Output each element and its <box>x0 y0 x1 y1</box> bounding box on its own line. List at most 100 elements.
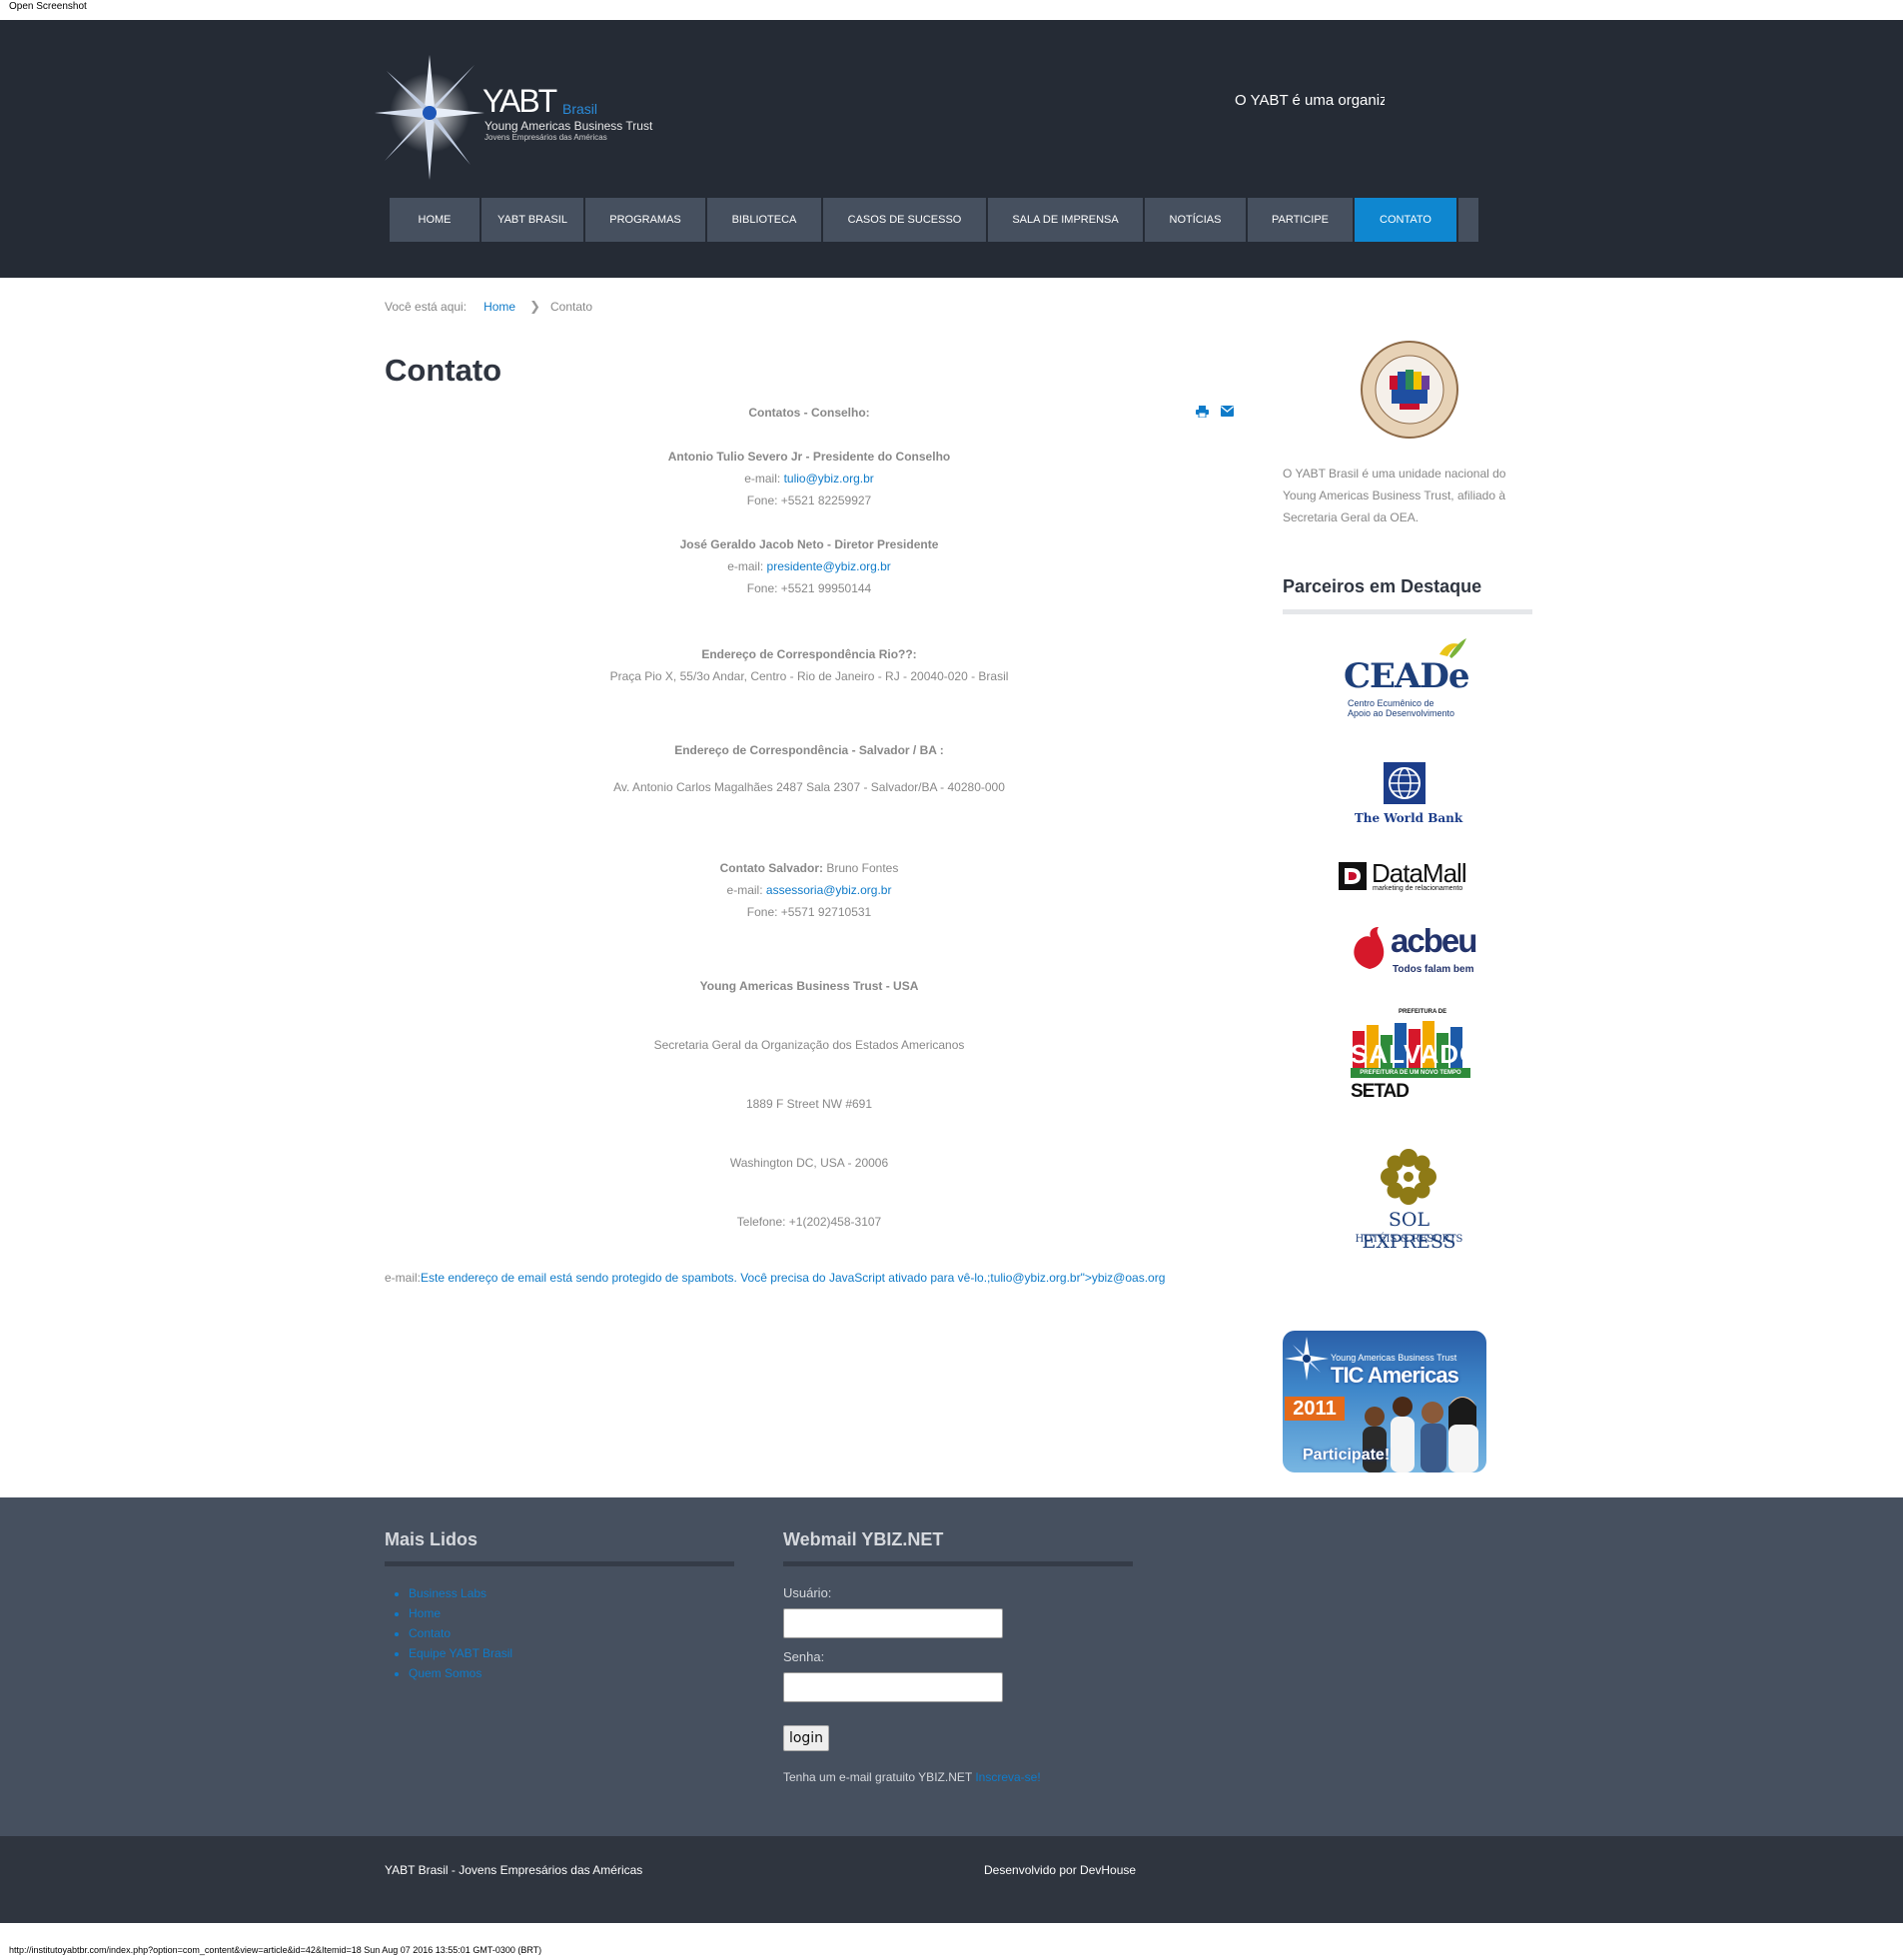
email-icon[interactable] <box>1221 406 1234 417</box>
nav-noticias[interactable]: Notícias <box>1145 198 1248 242</box>
nav-biblioteca[interactable]: Biblioteca <box>707 198 823 242</box>
usa-line-2: 1889 F Street NW #691 <box>745 1097 873 1111</box>
site-logo[interactable]: YABT Brasil Young Americas Business Trus… <box>375 55 674 180</box>
article-tools <box>1196 406 1234 418</box>
salvador-top: PREFEITURA DE <box>1399 1009 1447 1015</box>
banner-year: 2011 <box>1285 1397 1345 1421</box>
breadcrumb-current: Contato <box>549 300 593 314</box>
acbeu-mark-icon <box>1354 927 1385 969</box>
header-marquee: O YABT é uma organiz <box>1235 92 1385 109</box>
datamall-sub: marketing de relacionamento <box>1373 885 1463 892</box>
mais-lidos-item[interactable]: Equipe YABT Brasil <box>409 1643 512 1663</box>
acbeu-sub: Todos falam bem <box>1393 964 1474 975</box>
mais-lidos-divider <box>385 1561 734 1566</box>
rio-address: Praça Pio X, 55/3o Andar, Centro - Rio d… <box>609 669 1009 683</box>
tic-americas-banner[interactable]: Young Americas Business Trust TIC Americ… <box>1283 1331 1486 1472</box>
nav-sala-de-imprensa[interactable]: Sala de Imprensa <box>988 198 1145 242</box>
usa-phone: Telefone: +1(202)458-3107 <box>736 1215 882 1229</box>
partner-acbeu-logo[interactable]: acbeu Todos falam bem <box>1351 922 1477 978</box>
partner-ceade-logo[interactable]: CEADe Centro Ecumênico de Apoio ao Desen… <box>1342 636 1471 726</box>
salvador-address-title: Endereço de Correspondência - Salvador /… <box>674 743 944 757</box>
print-icon[interactable] <box>1196 406 1209 418</box>
star-logo-icon <box>375 55 484 180</box>
salvador-contact-label: Contato Salvador: <box>719 861 823 875</box>
salvador-email-link[interactable]: assessoria@ybiz.org.br <box>766 883 892 897</box>
setad-name: SETAD <box>1351 1081 1410 1102</box>
webmail-note: Tenha um e-mail gratuito YBIZ.NET Inscre… <box>783 1770 1041 1784</box>
developer-credit: Desenvolvido por DevHouse <box>984 1863 1137 1877</box>
contact-2-email-link[interactable]: presidente@ybiz.org.br <box>767 559 891 573</box>
breadcrumb: Você está aqui: Home ❯ Contato <box>385 299 592 315</box>
breadcrumb-home-link[interactable]: Home <box>483 300 515 314</box>
usa-line-1: Secretaria Geral da Organização dos Esta… <box>653 1038 965 1052</box>
star-icon <box>1285 1337 1329 1381</box>
logo-subtitle: Young Americas Business Trust <box>484 119 653 133</box>
sol-express-name: SOL EXPRESS <box>1362 1209 1456 1253</box>
mais-lidos-item[interactable]: Contato <box>409 1623 512 1643</box>
contact-2-email-line: e-mail: presidente@ybiz.org.br <box>584 555 1034 577</box>
usa-title: Young Americas Business Trust - USA <box>699 979 919 993</box>
page-title: Contato <box>385 353 502 388</box>
ceade-name: CEADe <box>1344 656 1469 696</box>
partners-divider <box>1283 609 1532 614</box>
chevron-right-icon: ❯ <box>529 299 540 314</box>
email-label: e-mail: <box>726 883 763 897</box>
partner-datamall-logo[interactable]: DataMall marketing de relacionamento <box>1339 858 1483 895</box>
screenshot-topbar: Open Screenshot <box>0 0 1903 20</box>
logo-brasil: Brasil <box>562 101 598 117</box>
acbeu-name: acbeu <box>1391 922 1477 959</box>
password-label: Senha: <box>783 1649 825 1664</box>
ceade-sub2: Apoio ao Desenvolvimento <box>1348 708 1455 718</box>
sidebar-about-text: O YABT Brasil é uma unidade nacional do … <box>1283 467 1506 524</box>
salvador-address: Av. Antonio Carlos Magalhães 2487 Sala 2… <box>613 780 1005 794</box>
status-url: http://institutoyabtbr.com/index.php?opt… <box>9 1945 542 1955</box>
nav-programas[interactable]: Programas <box>585 198 707 242</box>
protected-email-link[interactable]: Este endereço de email está sendo proteg… <box>421 1271 1165 1285</box>
partner-sol-express-logo[interactable]: SOL EXPRESS HOTÉIS & RESORTS <box>1347 1149 1471 1253</box>
salvador-contact-line: Contato Salvador: Bruno Fontes <box>584 857 1034 879</box>
email-label: e-mail: <box>385 1271 422 1285</box>
partner-world-bank-logo[interactable]: The World Bank <box>1354 758 1463 830</box>
contact-2-name: José Geraldo Jacob Neto - Diretor Presid… <box>679 537 939 551</box>
mais-lidos-list: Business Labs Home Contato Equipe YABT B… <box>385 1583 512 1683</box>
login-button[interactable]: login <box>783 1725 829 1751</box>
globe-icon <box>1384 762 1426 804</box>
webmail-note-text: Tenha um e-mail gratuito YBIZ.NET <box>783 1770 972 1784</box>
footer <box>0 1497 1903 1836</box>
nav-casos-de-sucesso[interactable]: Casos de Sucesso <box>823 198 988 242</box>
password-input[interactable] <box>783 1672 1003 1702</box>
nav-participe[interactable]: Participe <box>1248 198 1355 242</box>
email-label: e-mail: <box>727 559 764 573</box>
breadcrumb-prefix: Você está aqui: <box>385 300 468 314</box>
section-title: Contatos - Conselho: <box>748 406 870 420</box>
contact-1-email-link[interactable]: tulio@ybiz.org.br <box>784 472 874 486</box>
logo-title: YABT <box>482 83 557 119</box>
oea-seal-logo <box>1361 341 1458 439</box>
mais-lidos-item[interactable]: Quem Somos <box>409 1663 512 1683</box>
bottom-bar <box>0 1836 1903 1923</box>
mais-lidos-heading: Mais Lidos <box>385 1529 478 1549</box>
logo-tagline: Jovens Empresários das Américas <box>484 133 607 142</box>
banner-cta: Participate! <box>1303 1447 1391 1464</box>
mais-lidos-item[interactable]: Home <box>409 1603 512 1623</box>
salvador-phone: Fone: +5571 92710531 <box>746 905 872 919</box>
world-bank-name: The World Bank <box>1354 811 1463 825</box>
copyright-text: YABT Brasil - Jovens Empresários das Amé… <box>385 1863 643 1877</box>
username-input[interactable] <box>783 1608 1003 1638</box>
nav-yabt-brasil[interactable]: YABT Brasil <box>481 198 585 242</box>
mais-lidos-item[interactable]: Business Labs <box>409 1583 512 1603</box>
banner-line2: TIC Americas <box>1331 1363 1459 1388</box>
contact-2-phone: Fone: +5521 99950144 <box>746 581 872 595</box>
open-screenshot-link[interactable]: Open Screenshot <box>9 1 87 12</box>
nav-home[interactable]: Home <box>390 198 481 242</box>
nav-contato[interactable]: Contato <box>1355 198 1458 242</box>
rio-address-title: Endereço de Correspondência Rio??: <box>701 647 917 661</box>
datamall-mark-icon <box>1339 862 1367 890</box>
partner-salvador-logo[interactable]: PREFEITURA DE SALVADOR PREFEITURA DE UM … <box>1351 1009 1499 1109</box>
contact-1-name: Antonio Tulio Severo Jr - Presidente do … <box>667 450 951 464</box>
email-label: e-mail: <box>744 472 781 486</box>
salvador-contact-name: Bruno Fontes <box>822 861 899 875</box>
usa-line-3: Washington DC, USA - 20006 <box>729 1156 889 1170</box>
salvador-email-line: e-mail: assessoria@ybiz.org.br <box>584 879 1034 901</box>
signup-link[interactable]: Inscreva-se! <box>975 1770 1040 1784</box>
